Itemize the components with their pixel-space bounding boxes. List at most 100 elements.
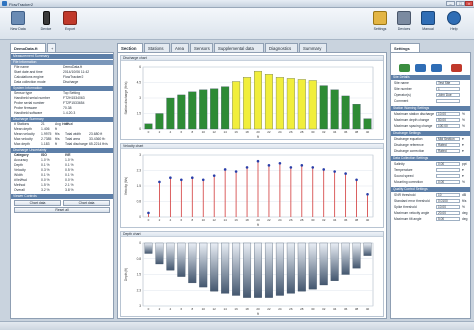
x-tick-label: 12: [213, 218, 217, 222]
manual-button[interactable]: Manual: [416, 10, 440, 38]
velocity-point: [300, 164, 304, 167]
setting-input[interactable]: 50.00: [436, 118, 460, 122]
x-tick-label: 38: [355, 130, 359, 134]
minimize-button[interactable]: –: [446, 1, 455, 6]
x-tick-label: 32: [322, 218, 326, 222]
chart-data-button-2[interactable]: Chart data: [63, 200, 110, 206]
device-button[interactable]: Device: [34, 10, 58, 38]
tab-section[interactable]: Section: [117, 43, 143, 52]
devices-icon: [397, 11, 411, 25]
velocity-point: [333, 170, 336, 173]
bar: [199, 89, 208, 130]
x-tick-label: 12: [213, 307, 217, 311]
y-tick-label: 1.5: [137, 112, 142, 116]
setting-input[interactable]: [436, 99, 460, 103]
new-tab-button[interactable]: +: [47, 43, 56, 52]
app-icon: [2, 1, 7, 6]
setting-row: Discharge correction Rated ▾: [391, 148, 470, 154]
x-tick-label: 26: [289, 307, 293, 311]
maximize-button[interactable]: □: [456, 1, 465, 6]
undo-icon[interactable]: [415, 64, 426, 72]
bar: [319, 242, 328, 286]
measurement-summary-header: Measurement Summary: [11, 54, 113, 59]
new-data-button[interactable]: New Data: [6, 10, 30, 38]
y-tick-label: 3: [139, 304, 141, 308]
settings-icon: [373, 11, 387, 25]
x-tick-label: 6: [180, 130, 182, 134]
bar: [308, 242, 317, 290]
x-tick-label: 8: [191, 307, 193, 311]
settings-button[interactable]: Settings: [368, 10, 392, 38]
x-tick-label: 12: [213, 130, 217, 134]
setting-input[interactable]: Test Site: [436, 81, 460, 85]
x-tick-label: 10: [202, 218, 206, 222]
reset-all-button[interactable]: Reset all: [14, 207, 110, 213]
close-button[interactable]: ×: [465, 1, 473, 6]
setting-input[interactable]: 0.00: [436, 162, 460, 166]
right-panel: Settings Site Details Site name Test Site…: [390, 43, 471, 319]
settings-label: Settings: [373, 27, 387, 31]
setting-input[interactable]: 0.0100: [436, 199, 460, 203]
x-tick-label: 34: [333, 307, 337, 311]
tab-stations[interactable]: Stations: [144, 43, 170, 52]
device-label: Device: [40, 27, 52, 31]
setting-input[interactable]: Mid Section: [436, 137, 460, 141]
bar: [210, 242, 219, 292]
setting-input[interactable]: John Doe: [436, 93, 460, 97]
setting-input[interactable]: Rated: [436, 143, 460, 147]
discharge-settings-rows: Discharge equation Mid Section ▾ Discharge …: [391, 136, 470, 154]
x-tick-label: 26: [289, 130, 293, 134]
info-key: Handheld software: [14, 111, 43, 115]
setting-label: Mounting correction: [394, 180, 423, 184]
site-details-rows: Site name Test Site Site number 1 Operator(s…: [391, 80, 470, 104]
tab-supplemental-data[interactable]: Supplemental data: [214, 43, 264, 52]
discharge-chart-panel: Discharge chart 6 4.5 3 1.5 0 Station dischar…: [120, 55, 384, 140]
settings-panel: Site Details Site name Test Site Site numb…: [390, 52, 471, 319]
x-tick-label: 28: [300, 130, 304, 134]
export-button[interactable]: Export: [58, 10, 82, 38]
velocity-point: [344, 172, 347, 175]
setting-input[interactable]: 100.00: [436, 124, 460, 128]
setting-input[interactable]: 0.00: [436, 180, 460, 184]
x-tick-label: 26: [289, 218, 293, 222]
station-warning-rows: Maximum station discharge 10.00% Maximum d…: [391, 111, 470, 129]
x-tick-label: 28: [300, 218, 304, 222]
setting-row: Mounting correction 0.00%: [391, 179, 470, 185]
velocity-point: [169, 176, 172, 180]
help-button[interactable]: Help: [442, 10, 466, 38]
add-icon[interactable]: [399, 64, 410, 72]
devices-button[interactable]: Devices: [392, 10, 416, 38]
device-icon: [42, 11, 50, 25]
x-tick-label: 24: [278, 130, 282, 134]
document-tab[interactable]: DemoData.ft: [10, 43, 46, 52]
x-tick-label: 30: [311, 307, 315, 311]
setting-input[interactable]: 10.00: [436, 112, 460, 116]
setting-input[interactable]: [436, 174, 460, 178]
tab-summary[interactable]: Summary: [299, 43, 327, 52]
bar: [352, 242, 361, 269]
system-info-rows: Sensor type Top Setting Handheld serial nu…: [11, 91, 113, 116]
x-tick-label: 22: [267, 218, 271, 222]
redo-icon[interactable]: [431, 64, 442, 72]
tab-sensors[interactable]: Sensors: [190, 43, 213, 52]
x-tick-label: 8: [191, 130, 193, 134]
setting-input[interactable]: 5.00: [436, 217, 460, 221]
x-tick-label: 40: [366, 307, 370, 311]
y-tick-label: 0: [139, 241, 141, 245]
velocity-point: [223, 168, 227, 171]
x-tick-label: 38: [355, 307, 359, 311]
tab-diagnostics[interactable]: Diagnostics: [265, 43, 298, 52]
info-value: Discharge: [63, 80, 79, 84]
setting-input[interactable]: [436, 168, 460, 172]
setting-input[interactable]: 1: [436, 87, 460, 91]
delete-icon[interactable]: [451, 64, 462, 72]
setting-input[interactable]: 10: [436, 193, 460, 197]
left-panel: DemoData.ft + Measurement Summary File I…: [10, 43, 114, 319]
chart-data-button-1[interactable]: Chart data: [14, 200, 61, 206]
setting-input[interactable]: 10.00: [436, 205, 460, 209]
help-label: Help: [450, 27, 458, 31]
setting-input[interactable]: Rated: [436, 149, 460, 153]
settings-tab[interactable]: Settings: [390, 43, 420, 52]
tab-area[interactable]: Area: [171, 43, 189, 52]
setting-input[interactable]: 20.00: [436, 211, 460, 215]
